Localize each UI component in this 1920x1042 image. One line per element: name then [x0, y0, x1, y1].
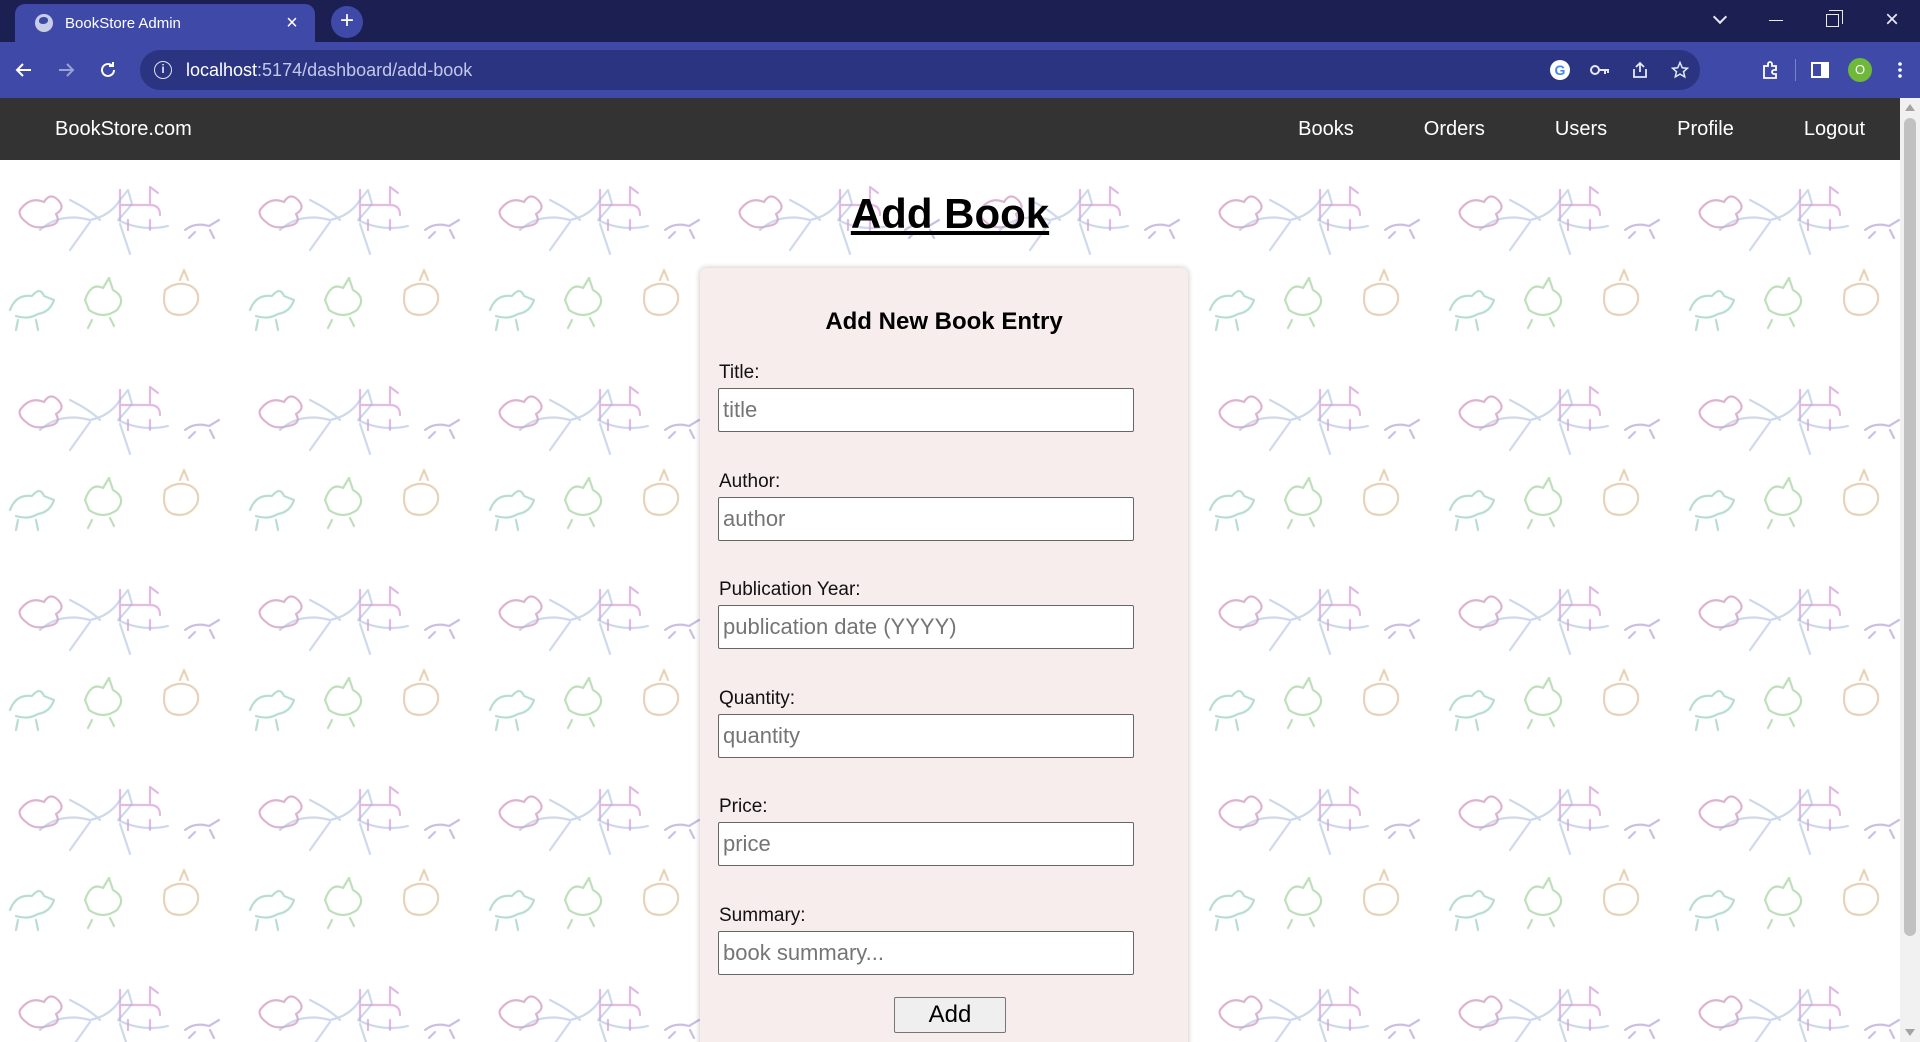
star-icon — [1671, 61, 1689, 79]
publication-year-input[interactable] — [718, 605, 1134, 649]
browser-tab[interactable]: BookStore Admin × — [15, 4, 315, 42]
share-icon — [1633, 61, 1647, 78]
title-input[interactable] — [718, 388, 1134, 432]
password-key-button[interactable] — [1580, 50, 1620, 90]
browser-menu-button[interactable] — [1880, 50, 1920, 90]
url-text: localhost:5174/dashboard/add-book — [186, 60, 472, 81]
toolbar-divider — [1795, 59, 1796, 81]
reload-button[interactable] — [92, 54, 124, 86]
key-icon — [1590, 65, 1609, 75]
side-panel-icon — [1811, 62, 1829, 78]
restore-icon — [1825, 9, 1843, 27]
more-vert-icon — [1898, 62, 1902, 78]
nav-link-profile[interactable]: Profile — [1677, 118, 1734, 141]
scroll-up-arrow-icon[interactable] — [1905, 104, 1915, 111]
nav-link-users[interactable]: Users — [1555, 118, 1607, 141]
address-bar[interactable]: i localhost:5174/dashboard/add-book G — [140, 50, 1700, 90]
quantity-input[interactable] — [718, 714, 1134, 758]
toolbar-right: O — [1751, 50, 1920, 90]
browser-toolbar: i localhost:5174/dashboard/add-book G O — [0, 42, 1920, 98]
summary-label: Summary: — [719, 905, 806, 926]
extensions-button[interactable] — [1751, 50, 1791, 90]
publication-year-label: Publication Year: — [719, 579, 861, 600]
summary-input[interactable] — [718, 931, 1134, 975]
scroll-down-arrow-icon[interactable] — [1905, 1029, 1915, 1036]
title-label: Title: — [719, 362, 760, 383]
restore-button[interactable] — [1804, 0, 1860, 40]
page-scrollbar[interactable] — [1900, 98, 1920, 1042]
nav-link-logout[interactable]: Logout — [1804, 118, 1865, 141]
site-nav-links: Books Orders Users Profile Logout — [1228, 98, 1865, 160]
avatar: O — [1848, 58, 1872, 82]
close-icon: × — [1884, 6, 1899, 33]
share-button[interactable] — [1620, 50, 1660, 90]
page-title: Add Book — [850, 190, 1050, 237]
puzzle-icon — [1763, 61, 1777, 79]
forward-button[interactable] — [50, 54, 82, 86]
google-icon: G — [1550, 60, 1570, 80]
globe-icon — [35, 14, 53, 32]
minimize-icon — [1769, 19, 1783, 21]
scrollbar-thumb[interactable] — [1904, 118, 1916, 936]
google-lens-button[interactable]: G — [1540, 50, 1580, 90]
back-button[interactable] — [8, 54, 40, 86]
tab-title: BookStore Admin — [65, 14, 181, 32]
site-brand[interactable]: BookStore.com — [55, 118, 192, 141]
reload-icon — [101, 62, 115, 77]
url-path: :5174/dashboard/add-book — [257, 59, 473, 80]
close-tab-icon[interactable]: × — [277, 13, 307, 33]
add-book-button[interactable]: Add — [894, 997, 1006, 1033]
bookmark-button[interactable] — [1660, 50, 1700, 90]
address-bar-actions: G — [1540, 50, 1700, 90]
browser-tab-strip: BookStore Admin × + × — [0, 0, 1920, 42]
author-label: Author: — [719, 471, 781, 492]
forward-arrow-icon — [59, 63, 75, 77]
page-viewport: BookStore.com Books Orders Users Profile… — [0, 98, 1900, 1042]
form-heading: Add New Book Entry — [825, 308, 1063, 335]
side-panel-button[interactable] — [1800, 50, 1840, 90]
price-input[interactable] — [718, 822, 1134, 866]
chevron-down-icon — [1712, 9, 1728, 25]
tab-search-button[interactable] — [1692, 0, 1748, 40]
new-tab-button[interactable]: + — [331, 6, 363, 38]
quantity-label: Quantity: — [719, 688, 796, 709]
site-info-icon[interactable]: i — [154, 61, 172, 79]
author-input[interactable] — [718, 497, 1134, 541]
nav-link-orders[interactable]: Orders — [1424, 118, 1485, 141]
price-label: Price: — [719, 796, 768, 817]
nav-link-books[interactable]: Books — [1298, 118, 1354, 141]
profile-button[interactable]: O — [1840, 50, 1880, 90]
url-host: localhost — [186, 59, 258, 80]
add-book-form: Add New Book Entry Title: Author: Public… — [700, 268, 1188, 1042]
minimize-button[interactable] — [1748, 0, 1804, 40]
close-window-button[interactable]: × — [1864, 0, 1920, 40]
back-arrow-icon — [15, 63, 31, 77]
site-navbar: BookStore.com Books Orders Users Profile… — [0, 98, 1900, 160]
